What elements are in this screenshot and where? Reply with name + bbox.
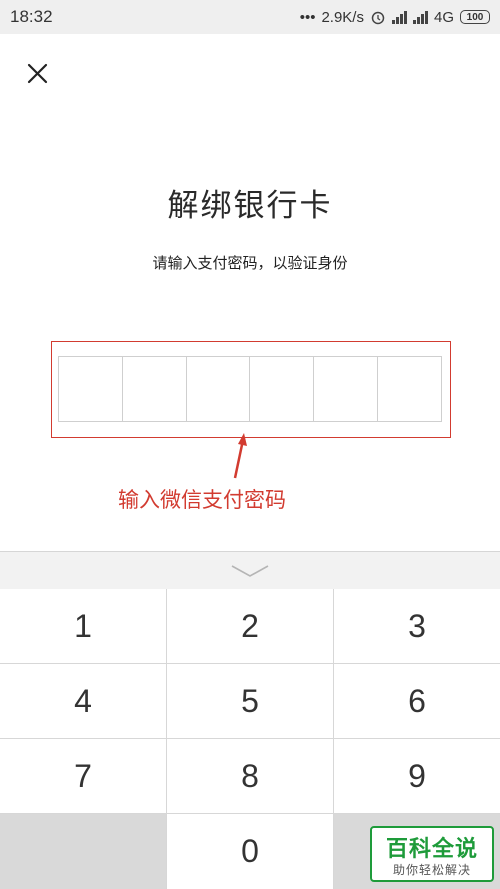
pin-cell[interactable] [378, 357, 441, 421]
pin-cell[interactable] [250, 357, 315, 421]
network-speed: 2.9K/s [321, 8, 364, 26]
annotation-text: 输入微信支付密码 [118, 488, 286, 512]
status-indicators: ••• 2.9K/s 4G 100 [300, 9, 490, 26]
annotation-arrow [233, 433, 247, 479]
key-7[interactable]: 7 [0, 739, 166, 813]
battery-level: 100 [466, 11, 484, 23]
more-dots-icon: ••• [299, 8, 316, 26]
key-5[interactable]: 5 [167, 664, 333, 738]
pin-input[interactable] [58, 356, 442, 422]
watermark-logo: 百科全说 助你轻松解决 [370, 826, 494, 882]
key-6[interactable]: 6 [334, 664, 500, 738]
key-3[interactable]: 3 [334, 589, 500, 663]
key-2[interactable]: 2 [167, 589, 333, 663]
alarm-icon [371, 11, 385, 25]
status-time: 18:32 [10, 7, 53, 26]
close-icon [27, 63, 48, 84]
pin-cell[interactable] [314, 357, 379, 421]
pin-cell[interactable] [123, 357, 187, 421]
network-type: 4G [433, 8, 454, 26]
key-blank [0, 814, 166, 889]
chevron-down-icon [231, 564, 269, 577]
battery-icon: 100 [460, 10, 490, 24]
close-button[interactable] [24, 60, 52, 88]
status-bar: 18:32 ••• 2.9K/s 4G 100 [0, 0, 500, 34]
keypad-collapse-button[interactable] [0, 551, 500, 589]
key-9[interactable]: 9 [334, 739, 500, 813]
pin-cell[interactable] [59, 357, 123, 421]
signal-hd-icon [412, 10, 428, 24]
watermark-title: 百科全说 [385, 837, 478, 862]
key-8[interactable]: 8 [167, 739, 333, 813]
key-1[interactable]: 1 [0, 589, 166, 663]
page-title: 解绑银行卡 [167, 188, 333, 224]
watermark-subtitle: 助你轻松解决 [392, 863, 471, 877]
page-subtitle: 请输入支付密码，以验证身份 [152, 254, 348, 272]
signal-icon [391, 10, 407, 24]
key-4[interactable]: 4 [0, 664, 166, 738]
pin-cell[interactable] [187, 357, 251, 421]
key-0[interactable]: 0 [167, 814, 333, 889]
